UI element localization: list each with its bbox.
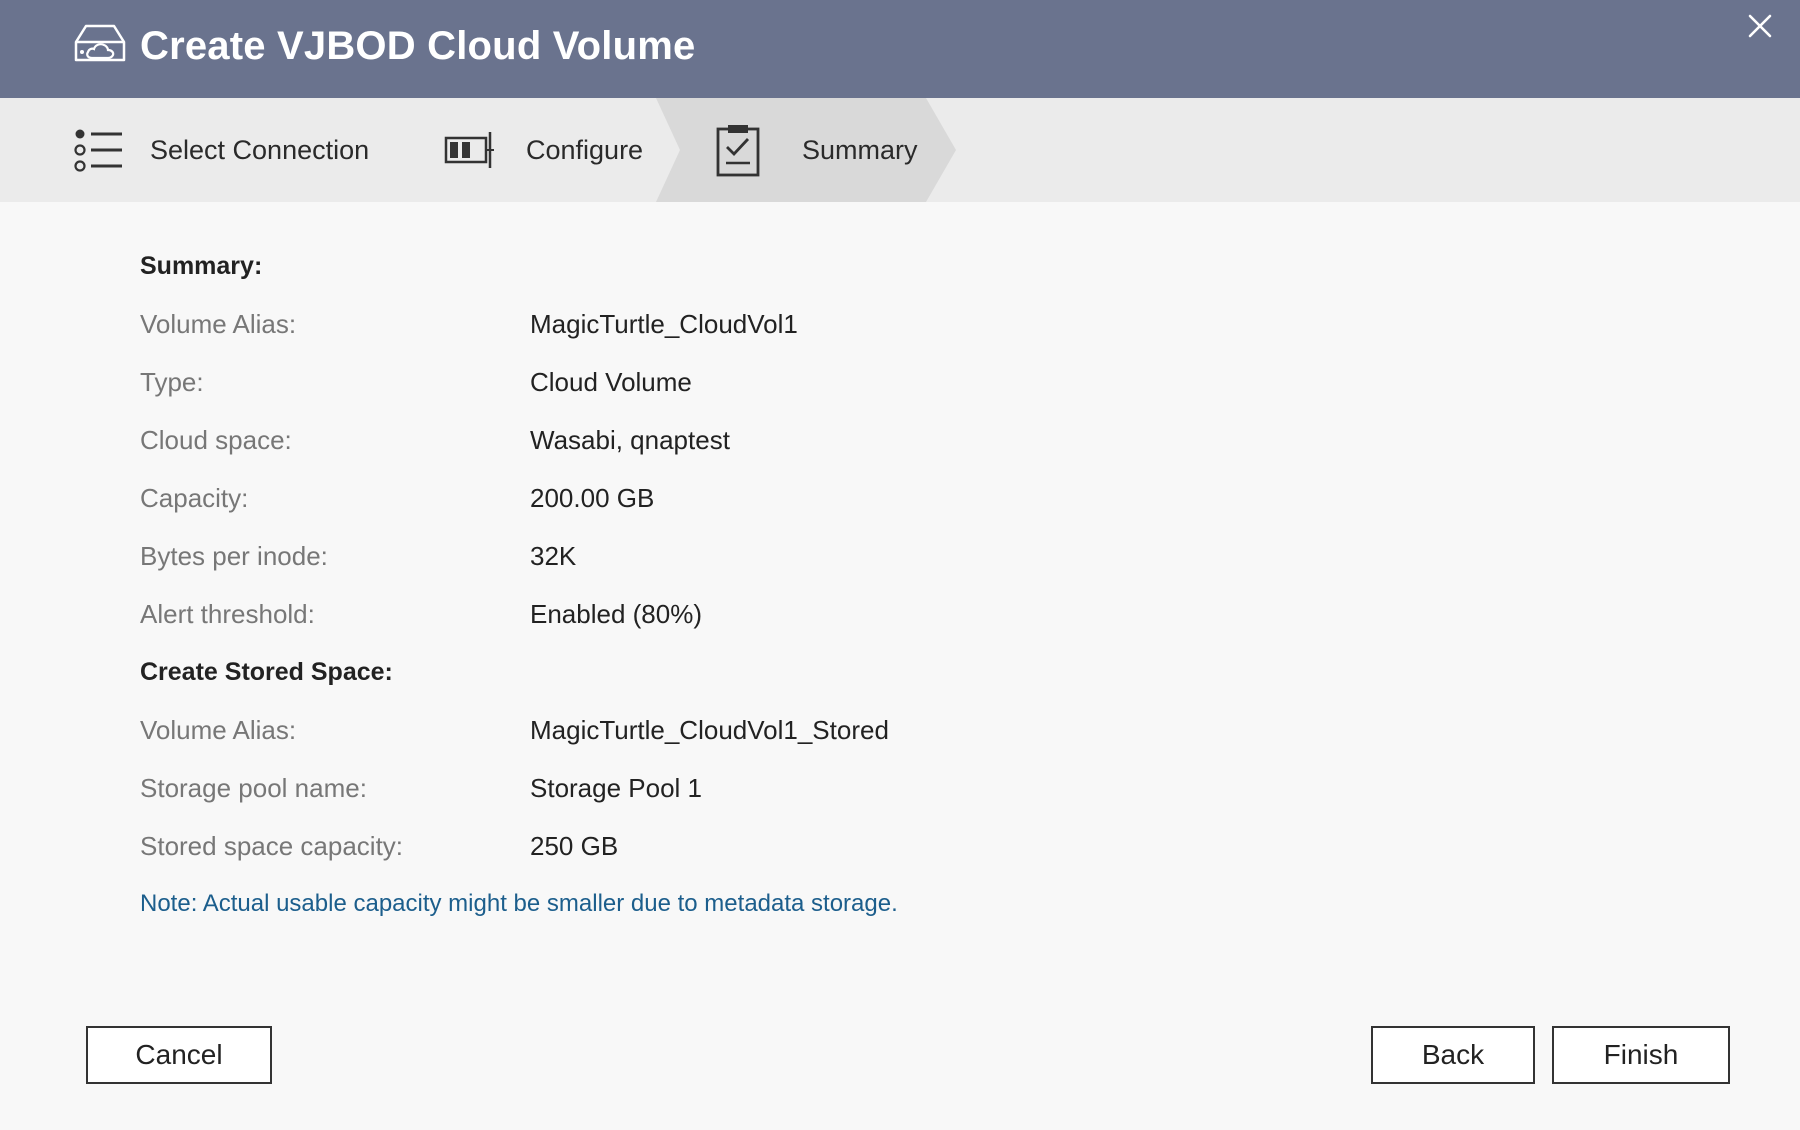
step-configure: Configure — [444, 98, 643, 202]
stored-space-value: MagicTurtle_CloudVol1_Stored — [530, 715, 889, 745]
window-titlebar: Create VJBOD Cloud Volume — [0, 0, 1800, 98]
summary-row: Alert threshold: Enabled (80%) — [140, 588, 1540, 646]
summary-content: Summary: Volume Alias: MagicTurtle_Cloud… — [140, 240, 1540, 924]
stored-space-value: Storage Pool 1 — [530, 773, 703, 803]
list-icon — [74, 129, 122, 172]
cloud-drive-icon — [74, 24, 126, 62]
summary-value: Wasabi, qnaptest — [530, 425, 730, 455]
finish-button[interactable]: Finish — [1552, 1026, 1730, 1084]
summary-row: Capacity: 200.00 GB — [140, 472, 1540, 530]
cancel-button[interactable]: Cancel — [86, 1026, 272, 1084]
capacity-note: Note: Actual usable capacity might be sm… — [140, 890, 898, 917]
summary-label: Bytes per inode: — [140, 541, 328, 571]
step-summary: Summary — [716, 98, 918, 202]
summary-value: MagicTurtle_CloudVol1 — [530, 309, 798, 339]
step-label-configure: Configure — [526, 134, 644, 165]
summary-row: Type: Cloud Volume — [140, 356, 1540, 414]
summary-label: Volume Alias: — [140, 309, 297, 339]
summary-label: Cloud space: — [140, 425, 292, 455]
summary-label: Type: — [140, 367, 204, 397]
summary-section-title: Summary: — [140, 252, 263, 280]
summary-value: 200.00 GB — [530, 483, 655, 513]
stored-space-row: Volume Alias: MagicTurtle_CloudVol1_Stor… — [140, 704, 1540, 762]
clipboard-check-icon — [716, 125, 760, 177]
stored-space-row: Stored space capacity: 250 GB — [140, 820, 1540, 878]
back-button[interactable]: Back — [1371, 1026, 1535, 1084]
step-select-connection: Select Connection — [74, 98, 369, 202]
summary-label: Alert threshold: — [140, 599, 315, 629]
step-label-select-connection: Select Connection — [150, 134, 370, 165]
stored-space-row: Storage pool name: Storage Pool 1 — [140, 762, 1540, 820]
dialog-title: Create VJBOD Cloud Volume — [140, 24, 696, 68]
stored-space-value: 250 GB — [530, 831, 619, 861]
stored-space-label: Storage pool name: — [140, 773, 367, 803]
configure-icon — [444, 132, 494, 168]
close-icon[interactable] — [1746, 12, 1774, 40]
summary-row: Bytes per inode: 32K — [140, 530, 1540, 588]
step-label-summary: Summary — [802, 134, 918, 165]
summary-value: Cloud Volume — [530, 367, 692, 397]
stored-space-label: Stored space capacity: — [140, 831, 404, 861]
summary-row: Volume Alias: MagicTurtle_CloudVol1 — [140, 298, 1540, 356]
summary-value: Enabled (80%) — [530, 599, 702, 629]
stored-space-label: Volume Alias: — [140, 715, 297, 745]
summary-row: Cloud space: Wasabi, qnaptest — [140, 414, 1540, 472]
wizard-steps: Select Connection Configure Summary — [0, 98, 1800, 202]
summary-label: Capacity: — [140, 483, 249, 513]
stored-space-section-title: Create Stored Space: — [140, 658, 393, 686]
summary-value: 32K — [530, 541, 577, 571]
